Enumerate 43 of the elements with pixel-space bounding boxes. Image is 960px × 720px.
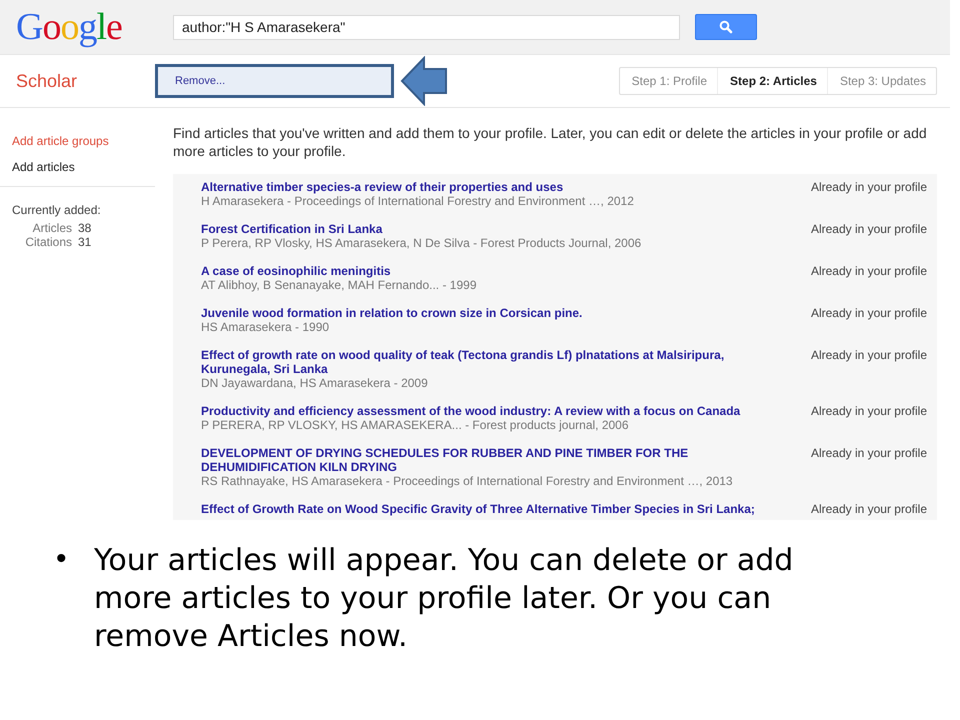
article-title-link[interactable]: Forest Certification in Sri Lanka (201, 222, 791, 236)
article-status: Already in your profile (810, 306, 927, 322)
logo[interactable]: Google (16, 8, 173, 46)
article-title-link[interactable]: DEVELOPMENT OF DRYING SCHEDULES FOR RUBBER AND PINE TIMBER FOR THE DEHUMIDIFICATION KILN DRYING (201, 446, 791, 474)
step-tab[interactable]: Step 3: Updates (826, 68, 936, 94)
step-tab[interactable]: Step 2: Articles (717, 68, 827, 94)
search-button[interactable] (695, 14, 757, 40)
article-meta: P PERERA, RP VLOSKY, HS AMARASEKERA... - Forest products journal, 2006 (201, 418, 630, 432)
arrow-icon (400, 56, 448, 106)
slide-text: Your articles will appear. You can delete or add more articles to your profile later. Or you can remove Articles now. (94, 542, 794, 656)
sidebar-item[interactable]: Add article groups (12, 134, 155, 148)
intro-text: Find articles that you've written and add them to your profile. Later, you can edit or delete the articles in your profile or add more articles to your profile. (173, 124, 928, 160)
article-meta: H Amarasekera - Proceedings of International Forestry and Environment …, 2012 (201, 194, 635, 208)
article-title-link[interactable]: Effect of Growth Rate on Wood Specific Gravity of Three Alternative Timber Species in Sri Lanka; (201, 502, 791, 516)
article-meta: DN Jayawardana, HS Amarasekera - 2009 (201, 376, 429, 390)
search-icon (719, 20, 733, 34)
bullet: • (56, 542, 68, 577)
article-status: Already in your profile (810, 502, 927, 516)
article-title-link[interactable]: Effect of growth rate on wood quality of teak (Tectona grandis Lf) plnatations at Malsiripura, Kurunegala, Sri Lanka (201, 348, 791, 376)
article-title-link[interactable]: Productivity and efficiency assessment of the wood industry: A review with a focus on Canada (201, 404, 791, 418)
article-status: Already in your profile (810, 446, 927, 462)
article-meta: HS Amarasekera - 1990 (201, 320, 330, 334)
article-status: Already in your profile (810, 222, 927, 238)
step-tab[interactable]: Step 1: Profile (620, 68, 718, 94)
scholar-title: Scholar (16, 70, 78, 92)
sidebar-item[interactable]: Add articles (12, 160, 155, 174)
article-status: Already in your profile (810, 180, 927, 196)
search-field[interactable]: author:"H S Amarasekera" (173, 14, 680, 40)
stat-label: Citations (24, 235, 72, 249)
article-meta: AT Alibhoy, B Senanayake, MAH Fernando... - 1999 (201, 278, 478, 292)
currently-added-label: Currently added: (12, 203, 102, 217)
article-meta: P Perera, RP Vlosky, HS Amarasekera, N De Silva - Forest Products Journal, 2006 (201, 236, 642, 250)
stat-value: 38 (78, 221, 92, 235)
article-title-link[interactable]: Alternative timber species-a review of their properties and uses (201, 180, 791, 194)
article-status: Already in your profile (810, 404, 927, 420)
article-title-link[interactable]: Juvenile wood formation in relation to crown size in Corsican pine. (201, 306, 791, 320)
stat-value: 31 (78, 235, 92, 249)
article-status: Already in your profile (810, 348, 927, 364)
article-meta: RS Rathnayake, HS Amarasekera - Proceedings of International Forestry and Environment …, 2013 (201, 474, 734, 488)
remove-button[interactable]: Remove... (155, 64, 394, 98)
article-title-link[interactable]: A case of eosinophilic meningitis (201, 264, 791, 278)
article-status: Already in your profile (810, 264, 927, 280)
stat-label: Articles (32, 221, 72, 235)
